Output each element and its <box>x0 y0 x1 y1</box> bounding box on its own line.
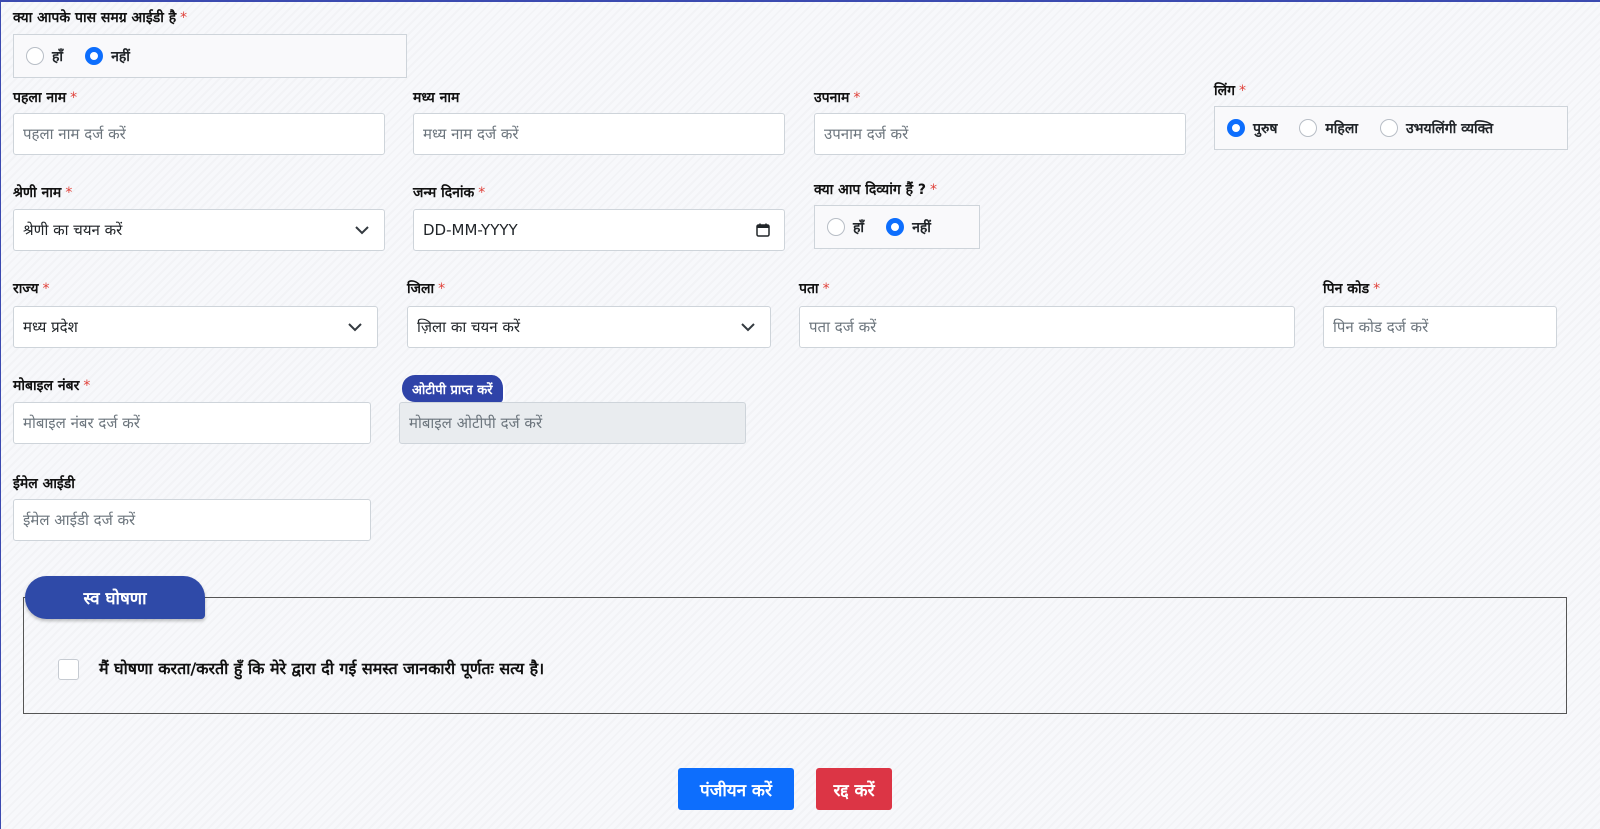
radio-checked-icon <box>1227 119 1245 137</box>
calendar-icon[interactable] <box>756 223 770 237</box>
otp-input: मोबाइल ओटीपी दर्ज करें <box>399 402 746 444</box>
middle-name-label: मध्य नाम <box>413 90 460 106</box>
address-input[interactable]: पता दर्ज करें <box>799 306 1295 348</box>
chevron-down-icon <box>348 323 362 332</box>
gender-female-option[interactable]: महिला <box>1299 119 1358 138</box>
gender-label: लिंग * <box>1214 83 1246 99</box>
dob-value: DD-MM-YYYY <box>423 221 518 239</box>
radio-checked-icon <box>85 47 104 65</box>
gender-radio-group: पुरुष महिला उभयलिंगी व्यक्ति <box>1214 106 1568 150</box>
email-label: ईमेल आईडी <box>13 476 75 492</box>
radio-unchecked-icon <box>26 47 44 65</box>
category-select-value: श्रेणी का चयन करें <box>23 221 123 239</box>
first-name-input[interactable]: पहला नाम दर्ज करें <box>13 113 385 155</box>
register-button[interactable]: पंजीयन करें <box>678 768 794 810</box>
cancel-button[interactable]: रद्द करें <box>816 768 892 810</box>
disabled-question-label: क्या आप दिव्यांग हैं ? * <box>814 182 938 198</box>
surname-label: उपनाम * <box>814 90 861 106</box>
declaration-checkbox[interactable] <box>58 659 79 680</box>
district-select-value: ज़िला का चयन करें <box>417 318 520 336</box>
chevron-down-icon <box>741 323 755 332</box>
declaration-fieldset <box>23 597 1567 714</box>
disabled-radio-group: हाँ नहीं <box>814 205 980 249</box>
dob-label: जन्म दिनांक * <box>413 185 486 201</box>
dob-input[interactable]: DD-MM-YYYY <box>413 209 785 251</box>
disabled-no-option[interactable]: नहीं <box>886 218 931 237</box>
pincode-label: पिन कोड * <box>1323 281 1381 297</box>
mobile-input[interactable]: मोबाइल नंबर दर्ज करें <box>13 402 371 444</box>
email-input[interactable]: ईमेल आईडी दर्ज करें <box>13 499 371 541</box>
gender-male-option[interactable]: पुरुष <box>1227 119 1277 138</box>
middle-name-input[interactable]: मध्य नाम दर्ज करें <box>413 113 785 155</box>
pincode-input[interactable]: पिन कोड दर्ज करें <box>1323 306 1557 348</box>
radio-unchecked-icon <box>1379 119 1398 137</box>
category-label: श्रेणी नाम * <box>13 185 73 201</box>
get-otp-button[interactable]: ओटीपी प्राप्त करें <box>402 375 505 402</box>
samagra-label: क्या आपके पास समग्र आईडी है * <box>13 10 188 26</box>
mobile-label: मोबाइल नंबर * <box>13 378 91 394</box>
radio-checked-icon <box>886 218 905 236</box>
gender-transgender-option[interactable]: उभयलिंगी व्यक्ति <box>1379 119 1493 138</box>
surname-input[interactable]: उपनाम दर्ज करें <box>814 113 1186 155</box>
first-name-label: पहला नाम * <box>13 90 78 106</box>
state-label: राज्य * <box>13 281 50 297</box>
chevron-down-icon <box>355 226 369 235</box>
district-select[interactable]: ज़िला का चयन करें <box>407 306 771 348</box>
state-select[interactable]: मध्य प्रदेश <box>13 306 378 348</box>
state-select-value: मध्य प्रदेश <box>23 318 78 336</box>
samagra-radio-group: हाँ नहीं <box>13 34 407 78</box>
disabled-yes-option[interactable]: हाँ <box>827 218 864 237</box>
address-label: पता * <box>799 281 830 297</box>
district-label: जिला * <box>407 281 446 297</box>
declaration-text: मैं घोषणा करता/करती हुँ कि मेरे द्वारा द… <box>99 659 545 678</box>
samagra-no-option[interactable]: नहीं <box>85 47 130 66</box>
radio-unchecked-icon <box>827 218 845 236</box>
samagra-yes-option[interactable]: हाँ <box>26 47 63 66</box>
category-select[interactable]: श्रेणी का चयन करें <box>13 209 385 251</box>
declaration-title: स्व घोषणा <box>25 576 205 619</box>
radio-unchecked-icon <box>1299 119 1318 137</box>
